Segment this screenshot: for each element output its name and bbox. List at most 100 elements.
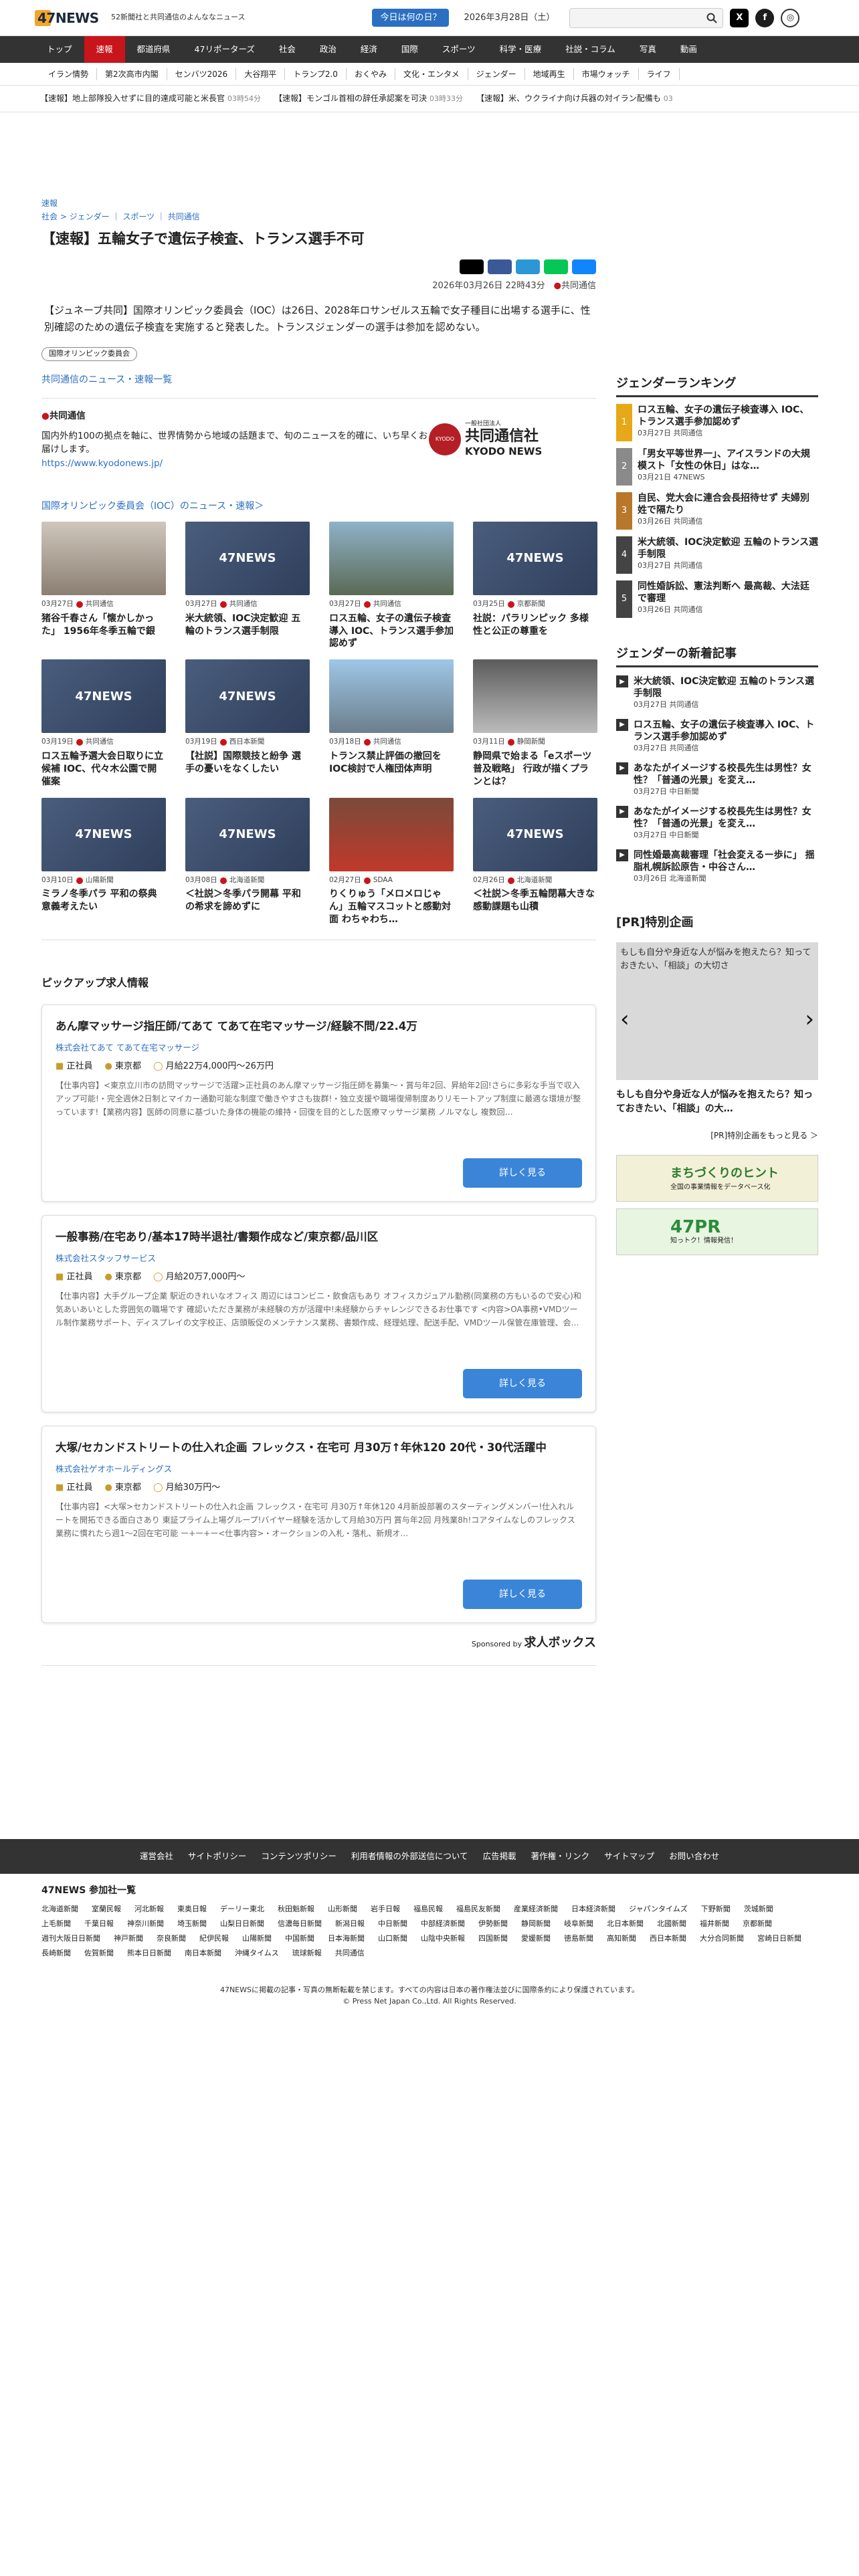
- news-card[interactable]: 47NEWS 02月26日 北海道新聞 ＜社説＞冬季五輪閉幕大きな感動課題も山積: [473, 797, 597, 926]
- subnav-item[interactable]: 大谷翔平: [236, 68, 286, 80]
- footer-link[interactable]: お問い合わせ: [669, 1850, 719, 1863]
- subnav-item[interactable]: 文化・エンタメ: [395, 68, 468, 80]
- member-link[interactable]: ジャパンタイムズ: [629, 1905, 688, 1913]
- kyodo-news-list-link[interactable]: 共同通信のニュース・速報一覧: [41, 373, 596, 387]
- ticker-item[interactable]: 【速報】モンゴル首相の辞任承認案を可決 03時33分: [274, 92, 463, 105]
- news-card-title[interactable]: 静岡県で始まる「eスポーツ普及戦略」 行政が描くプランとは？: [473, 750, 597, 788]
- member-link[interactable]: 紀伊民報: [199, 1934, 229, 1943]
- subnav-item[interactable]: ジェンダー: [468, 68, 525, 80]
- member-link[interactable]: 佐賀新聞: [84, 1949, 114, 1957]
- news-thumbnail[interactable]: [329, 521, 454, 595]
- job-detail-button[interactable]: 詳しく見る: [463, 1158, 582, 1188]
- nav-item[interactable]: 経済: [349, 36, 389, 63]
- subnav-item[interactable]: イラン情勢: [40, 68, 98, 80]
- new-article-title[interactable]: あなたがイメージする校長先生は男性？女性？「普通の光景」を変え…: [634, 762, 818, 786]
- member-link[interactable]: 高知新聞: [607, 1934, 636, 1943]
- nav-item[interactable]: 速報: [84, 36, 125, 63]
- nav-item[interactable]: 科学・医療: [488, 36, 554, 63]
- footer-link[interactable]: 広告掲載: [483, 1850, 516, 1863]
- pr-more-link[interactable]: [PR]特別企画をもっと見る ＞: [616, 1130, 818, 1142]
- member-link[interactable]: 秋田魁新報: [278, 1905, 314, 1913]
- member-link[interactable]: 東奥日報: [177, 1905, 207, 1913]
- member-link[interactable]: 日本経済新聞: [571, 1905, 615, 1913]
- ranking-title[interactable]: 同性婚訴訟、憲法判断へ 最高裁、大法廷で審理: [638, 580, 818, 605]
- news-card-title[interactable]: 社説：パラリンピック 多様性と公正の尊重を: [473, 613, 597, 638]
- nav-item[interactable]: 47リポーターズ: [183, 36, 267, 63]
- news-card-title[interactable]: ミラノ冬季パラ 平和の祭典 意義考えたい: [41, 888, 166, 914]
- member-link[interactable]: 神戸新聞: [114, 1934, 143, 1943]
- member-link[interactable]: 徳島新聞: [564, 1934, 593, 1943]
- member-link[interactable]: 下野新聞: [701, 1905, 731, 1913]
- member-link[interactable]: 沖縄タイムス: [235, 1949, 279, 1957]
- subnav-item[interactable]: 市場ウォッチ: [574, 68, 639, 80]
- member-link[interactable]: 山陰中央新報: [421, 1934, 465, 1943]
- ranking-item[interactable]: 5 同性婚訴訟、憲法判断へ 最高裁、大法廷で審理 03月26日 共同通信: [616, 580, 818, 618]
- member-link[interactable]: 茨城新聞: [744, 1905, 773, 1913]
- news-card-title[interactable]: りくりゅう「メロメロじゃん」五輪マスコットと感動対面 わちゃわち…: [329, 888, 454, 926]
- member-link[interactable]: 上毛新聞: [41, 1919, 71, 1928]
- search-input[interactable]: [569, 7, 724, 28]
- member-link[interactable]: 奈良新聞: [157, 1934, 186, 1943]
- topic-tag[interactable]: 国際オリンピック委員会: [41, 347, 137, 361]
- news-card[interactable]: 47NEWS 03月10日 山陽新聞 ミラノ冬季パラ 平和の祭典 意義考えたい: [41, 797, 166, 926]
- member-link[interactable]: 日本海新聞: [328, 1934, 365, 1943]
- pr-title[interactable]: もしも自分や身近な人が悩みを抱えたら？知っておきたい、「相談」の大…: [616, 1088, 818, 1116]
- news-thumbnail[interactable]: 47NEWS: [473, 521, 597, 595]
- footer-link[interactable]: 運営会社: [140, 1850, 173, 1863]
- facebook-icon[interactable]: f: [755, 8, 775, 27]
- nav-item[interactable]: スポーツ: [430, 36, 488, 63]
- ticker-item[interactable]: 【速報】地上部隊投入せずに目的達成可能と米長官 03時54分: [40, 92, 261, 105]
- news-thumbnail[interactable]: [329, 797, 454, 871]
- ranking-title[interactable]: 「男女平等世界一」、アイスランドの大規模スト「女性の休日」はな…: [638, 448, 818, 472]
- news-card[interactable]: 03月27日 共同通信 ロス五輪、女子の遺伝子検査導入 IOC、トランス選手参加認め…: [329, 521, 454, 650]
- news-thumbnail[interactable]: 47NEWS: [473, 797, 597, 871]
- member-link[interactable]: 千葉日報: [84, 1919, 114, 1928]
- member-link[interactable]: 神奈川新聞: [127, 1919, 164, 1928]
- member-link[interactable]: 山口新聞: [378, 1934, 407, 1943]
- news-thumbnail[interactable]: 47NEWS: [41, 797, 166, 871]
- news-card[interactable]: 47NEWS 03月25日 京都新聞 社説：パラリンピック 多様性と公正の尊重を: [473, 521, 597, 650]
- member-link[interactable]: 信濃毎日新聞: [278, 1919, 322, 1928]
- breadcrumb[interactable]: 社会 > ジェンダー ｜ スポーツ ｜ 共同通信: [41, 211, 596, 223]
- member-link[interactable]: 北日本新聞: [607, 1919, 644, 1928]
- ioc-news-heading[interactable]: 国際オリンピック委員会（IOC）のニュース・速報＞: [41, 500, 596, 514]
- new-article-item[interactable]: ▶ 同性婚最高裁審理「社会変えるー歩に」 揺脂札幌訴訟原告・中谷さん… 03月26日…: [616, 849, 818, 885]
- member-link[interactable]: 埼玉新聞: [177, 1919, 207, 1928]
- job-title[interactable]: あん摩マッサージ指圧師/てあて てあて在宅マッサージ/経験不問/22.4万: [56, 1018, 582, 1035]
- nav-item[interactable]: 政治: [308, 36, 349, 63]
- member-link[interactable]: 岩手日報: [371, 1905, 400, 1913]
- footer-link[interactable]: サイトマップ: [604, 1850, 654, 1863]
- job-title[interactable]: 一般事務/在宅あり/基本17時半退社/書類作成など/東京都/品川区: [56, 1229, 582, 1246]
- new-article-title[interactable]: ロス五輪、女子の遺伝子検査導入 IOC、トランス選手参加認めず: [634, 719, 818, 743]
- ranking-title[interactable]: 米大統領、IOC決定歓迎 五輪のトランス選手制限: [638, 536, 818, 560]
- ranking-item[interactable]: 2 「男女平等世界一」、アイスランドの大規模スト「女性の休日」はな… 03月21日 …: [616, 448, 818, 486]
- search-icon[interactable]: [706, 13, 718, 23]
- news-thumbnail[interactable]: 47NEWS: [185, 521, 310, 595]
- member-link[interactable]: 四国新聞: [478, 1934, 508, 1943]
- member-link[interactable]: 共同通信: [335, 1949, 365, 1957]
- member-link[interactable]: 福島民報: [413, 1905, 443, 1913]
- ranking-item[interactable]: 4 米大統領、IOC決定歓迎 五輪のトランス選手制限 03月27日 共同通信: [616, 536, 818, 574]
- town-hint-banner[interactable]: まちづくりのヒント 全国の事業情報をデータベース化: [616, 1155, 818, 1202]
- footer-link[interactable]: 著作権・リンク: [531, 1850, 590, 1863]
- nav-item[interactable]: 社説・コラム: [553, 36, 628, 63]
- news-thumbnail[interactable]: 47NEWS: [41, 659, 166, 734]
- nav-item[interactable]: 都道府県: [125, 36, 183, 63]
- new-article-title[interactable]: 米大統領、IOC決定歓迎 五輪のトランス選手制限: [634, 675, 818, 700]
- member-link[interactable]: 福井新聞: [700, 1919, 729, 1928]
- news-thumbnail[interactable]: [329, 659, 454, 734]
- member-link[interactable]: 岐阜新聞: [564, 1919, 593, 1928]
- new-article-title[interactable]: あなたがイメージする校長先生は男性？女性？「普通の光景」を変え…: [634, 806, 818, 830]
- news-card-title[interactable]: 猪谷千春さん「懐かしかった」 1956年冬季五輪で銀: [41, 613, 166, 638]
- member-link[interactable]: 福島民友新聞: [456, 1905, 500, 1913]
- member-link[interactable]: 大分合同新聞: [700, 1934, 744, 1943]
- job-title[interactable]: 大塚/セカンドストリートの仕入れ企画 フレックス・在宅可 月30万↑年休120 …: [56, 1440, 582, 1457]
- carousel-next-icon[interactable]: ›: [805, 1002, 814, 1037]
- new-article-item[interactable]: ▶ あなたがイメージする校長先生は男性？女性？「普通の光景」を変え… 03月27日 …: [616, 762, 818, 798]
- new-article-item[interactable]: ▶ あなたがイメージする校長先生は男性？女性？「普通の光景」を変え… 03月27日 …: [616, 805, 818, 841]
- nav-item[interactable]: 社会: [267, 36, 308, 63]
- member-link[interactable]: 北海道新聞: [41, 1905, 78, 1913]
- today-in-history-button[interactable]: 今日は何の日？: [372, 8, 450, 27]
- member-link[interactable]: 中部経済新聞: [421, 1919, 465, 1928]
- ticker-item[interactable]: 【速報】米、ウクライナ向け兵器の対イラン配備も 03: [476, 92, 673, 105]
